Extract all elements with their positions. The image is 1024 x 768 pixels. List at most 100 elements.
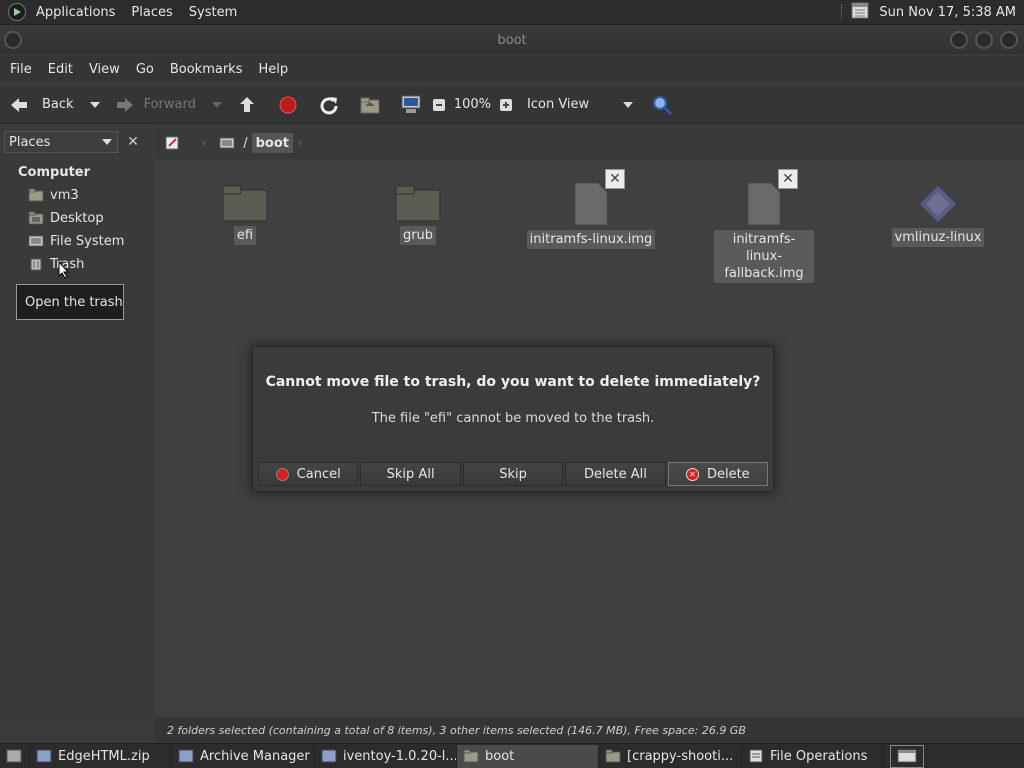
up-arrow-icon[interactable] [236, 94, 258, 116]
back-label: Back [42, 97, 74, 112]
menu-file[interactable]: File [2, 62, 40, 77]
menu-help[interactable]: Help [250, 62, 296, 77]
home-folder-icon[interactable] [359, 94, 381, 116]
menu-edit[interactable]: Edit [40, 62, 81, 77]
sidebar-item-file-system[interactable]: File System [28, 231, 124, 251]
applications-menu[interactable]: Applications [28, 0, 123, 25]
breadcrumb-current[interactable]: boot [251, 133, 293, 153]
workspace-switcher[interactable] [890, 744, 924, 768]
crumb-scroll-right-icon[interactable]: › [293, 132, 306, 154]
kernel-diamond-icon [918, 184, 958, 224]
menu-bookmarks[interactable]: Bookmarks [162, 62, 251, 77]
text-location-toggle-icon[interactable] [160, 132, 184, 154]
sidebar-item-label: File System [50, 233, 125, 249]
task-label: File Operations [770, 748, 868, 764]
file-name: grub [399, 226, 437, 245]
menubar: File Edit View Go Bookmarks Help [0, 56, 1024, 82]
places-menu[interactable]: Places [123, 0, 180, 25]
close-window-button[interactable] [1000, 31, 1018, 49]
sidebar-item-trash[interactable]: Trash [28, 254, 84, 274]
skip-all-label: Skip All [386, 466, 435, 482]
task-iventoy[interactable]: iventoy-1.0.20-l... [315, 744, 457, 768]
view-mode-caret [623, 101, 634, 108]
skip-button[interactable]: Skip [462, 462, 564, 486]
task-file-operations[interactable]: File Operations [742, 744, 884, 768]
skip-all-button[interactable]: Skip All [360, 462, 461, 486]
delete-label: Delete [706, 466, 750, 482]
archive-icon [36, 749, 52, 763]
task-label: EdgeHTML.zip [58, 748, 150, 764]
system-menu[interactable]: System [181, 0, 245, 25]
delete-all-label: Delete All [583, 466, 647, 482]
search-icon[interactable] [651, 94, 673, 116]
cancel-label: Cancel [296, 466, 341, 482]
location-bar: ‹ / boot › [156, 129, 1024, 157]
sidebar-item-desktop[interactable]: Desktop [28, 208, 104, 228]
top-panel: Applications Places System Sun Nov 17, 5… [0, 0, 1024, 25]
delete-button[interactable]: ✕ Delete [667, 462, 769, 486]
drive-icon [28, 234, 44, 248]
places-selector[interactable]: Places [4, 131, 118, 153]
places-selector-label: Places [9, 134, 51, 150]
skip-label: Skip [499, 466, 527, 482]
task-boot[interactable]: boot [457, 744, 599, 768]
back-history-dropdown[interactable] [89, 101, 100, 108]
task-label: boot [485, 748, 515, 764]
menu-go[interactable]: Go [128, 62, 162, 77]
window-menu-icon[interactable] [4, 31, 22, 49]
file-item[interactable]: vmlinuz-linux [868, 184, 1008, 247]
close-sidepane-icon[interactable]: ✕ [122, 131, 144, 153]
stop-icon[interactable] [277, 94, 299, 116]
side-pane: Places ✕ Computer vm3 Desktop File Syste… [0, 127, 152, 717]
cancel-icon [275, 467, 289, 481]
forward-history-dropdown[interactable] [211, 101, 222, 108]
file-item[interactable]: grub [348, 184, 488, 245]
calendar-icon[interactable] [851, 1, 869, 23]
view-mode-label: Icon View [527, 97, 590, 112]
file-item[interactable]: initramfs-linux-fallback.img [694, 182, 834, 283]
dialog-title: Cannot move file to trash, do you want t… [265, 374, 761, 390]
maximize-button[interactable] [975, 31, 993, 49]
back-arrow-icon [8, 94, 30, 116]
taskbar: EdgeHTML.zip Archive Manager iventoy-1.0… [0, 743, 1024, 768]
window-titlebar[interactable]: boot [0, 26, 1024, 54]
delete-confirm-dialog: Cannot move file to trash, do you want t… [252, 346, 774, 492]
delete-all-button[interactable]: Delete All [565, 462, 666, 486]
root-drive-icon[interactable] [215, 132, 239, 154]
distro-logo-icon[interactable] [8, 3, 26, 21]
menu-view[interactable]: View [81, 62, 128, 77]
reload-icon[interactable] [318, 94, 340, 116]
task-label: [crappy-shooti... [627, 748, 734, 764]
task-edgehtml-zip[interactable]: EdgeHTML.zip [30, 744, 172, 768]
sidebar-item-vm3[interactable]: vm3 [28, 185, 79, 205]
folder-icon [395, 185, 441, 222]
minimize-button[interactable] [950, 31, 968, 49]
show-desktop-button[interactable] [0, 744, 30, 768]
clock[interactable]: Sun Nov 17, 5:38 AM [879, 5, 1016, 20]
zoom-in-icon[interactable] [495, 94, 517, 116]
panel-separator [841, 4, 843, 20]
file-item[interactable]: initramfs-linux.img [521, 182, 661, 249]
crumb-scroll-left-icon[interactable]: ‹ [198, 132, 211, 154]
cancel-button[interactable]: Cancel [258, 462, 359, 486]
document-icon [747, 182, 781, 226]
toolbar: Back Forward 100% Icon View [0, 86, 1024, 124]
task-crappy-shooting[interactable]: [crappy-shooti... [599, 744, 742, 768]
trash-tooltip: Open the trash [16, 284, 124, 320]
desktop-folder-icon [28, 211, 44, 225]
forward-button[interactable]: Forward [114, 86, 196, 123]
file-item[interactable]: efi [175, 184, 315, 245]
status-bar: 2 folders selected (containing a total o… [155, 718, 1024, 742]
file-name: vmlinuz-linux [891, 228, 985, 247]
folder-icon [605, 749, 621, 763]
zoom-level[interactable]: 100% [454, 86, 491, 123]
task-archive-manager[interactable]: Archive Manager [172, 744, 315, 768]
back-button[interactable]: Back [8, 86, 74, 123]
computer-icon[interactable] [400, 94, 422, 116]
folder-icon [463, 749, 479, 763]
trash-icon [28, 257, 44, 271]
show-desktop-icon [6, 749, 22, 763]
workspace-icon [897, 749, 917, 763]
view-mode-select[interactable]: Icon View [527, 86, 634, 123]
zoom-out-icon[interactable] [428, 94, 450, 116]
